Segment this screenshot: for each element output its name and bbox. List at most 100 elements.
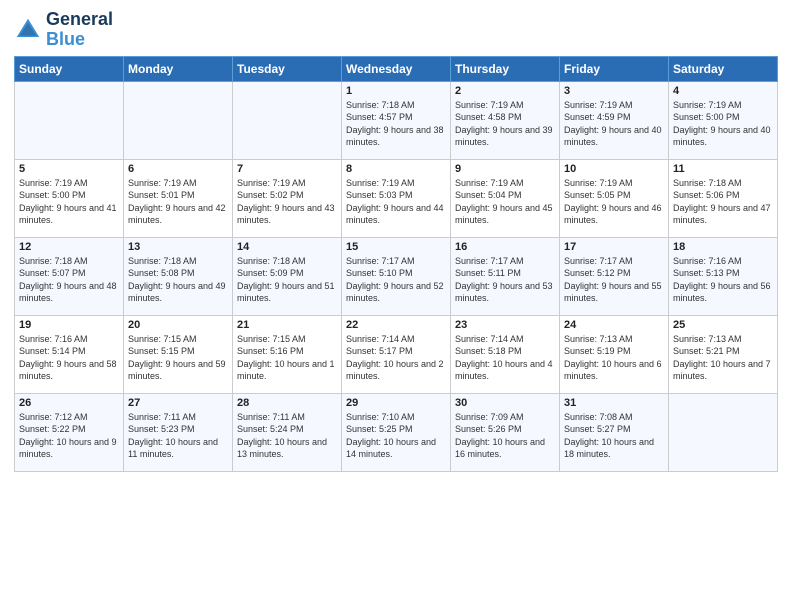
- header-cell-thursday: Thursday: [451, 56, 560, 81]
- day-content: Sunrise: 7:14 AM Sunset: 5:17 PM Dayligh…: [346, 333, 446, 383]
- day-cell: 24 Sunrise: 7:13 AM Sunset: 5:19 PM Dayli…: [560, 315, 669, 393]
- day-content: Sunrise: 7:14 AM Sunset: 5:18 PM Dayligh…: [455, 333, 555, 383]
- day-cell: [669, 393, 778, 471]
- day-cell: 3 Sunrise: 7:19 AM Sunset: 4:59 PM Daylig…: [560, 81, 669, 159]
- day-number: 16: [455, 241, 555, 253]
- day-content: Sunrise: 7:18 AM Sunset: 4:57 PM Dayligh…: [346, 99, 446, 149]
- header-row: SundayMondayTuesdayWednesdayThursdayFrid…: [15, 56, 778, 81]
- header-cell-friday: Friday: [560, 56, 669, 81]
- day-content: Sunrise: 7:19 AM Sunset: 5:00 PM Dayligh…: [19, 177, 119, 227]
- day-cell: [233, 81, 342, 159]
- day-content: Sunrise: 7:08 AM Sunset: 5:27 PM Dayligh…: [564, 411, 664, 461]
- day-cell: 31 Sunrise: 7:08 AM Sunset: 5:27 PM Dayli…: [560, 393, 669, 471]
- day-number: 10: [564, 163, 664, 175]
- day-number: 15: [346, 241, 446, 253]
- day-number: 4: [673, 85, 773, 97]
- day-number: 1: [346, 85, 446, 97]
- day-number: 22: [346, 319, 446, 331]
- day-number: 20: [128, 319, 228, 331]
- day-cell: 4 Sunrise: 7:19 AM Sunset: 5:00 PM Daylig…: [669, 81, 778, 159]
- day-number: 30: [455, 397, 555, 409]
- logo: General Blue: [14, 10, 113, 50]
- day-cell: 5 Sunrise: 7:19 AM Sunset: 5:00 PM Daylig…: [15, 159, 124, 237]
- day-number: 2: [455, 85, 555, 97]
- day-cell: 19Sunrise: 7:16 AM Sunset: 5:14 PM Dayli…: [15, 315, 124, 393]
- logo-icon: [14, 16, 42, 44]
- day-content: Sunrise: 7:18 AM Sunset: 5:09 PM Dayligh…: [237, 255, 337, 305]
- day-number: 12: [19, 241, 119, 253]
- day-number: 7: [237, 163, 337, 175]
- day-number: 26: [19, 397, 119, 409]
- day-content: Sunrise: 7:15 AM Sunset: 5:15 PM Dayligh…: [128, 333, 228, 383]
- day-content: Sunrise: 7:19 AM Sunset: 5:01 PM Dayligh…: [128, 177, 228, 227]
- day-number: 28: [237, 397, 337, 409]
- week-row-4: 19Sunrise: 7:16 AM Sunset: 5:14 PM Dayli…: [15, 315, 778, 393]
- day-cell: 22 Sunrise: 7:14 AM Sunset: 5:17 PM Dayli…: [342, 315, 451, 393]
- page-header: General Blue: [14, 10, 778, 50]
- day-cell: 21 Sunrise: 7:15 AM Sunset: 5:16 PM Dayli…: [233, 315, 342, 393]
- day-content: Sunrise: 7:18 AM Sunset: 5:08 PM Dayligh…: [128, 255, 228, 305]
- logo-text: General Blue: [46, 10, 113, 50]
- day-cell: 17 Sunrise: 7:17 AM Sunset: 5:12 PM Dayli…: [560, 237, 669, 315]
- day-content: Sunrise: 7:16 AM Sunset: 5:13 PM Dayligh…: [673, 255, 773, 305]
- day-content: Sunrise: 7:17 AM Sunset: 5:10 PM Dayligh…: [346, 255, 446, 305]
- day-number: 17: [564, 241, 664, 253]
- day-cell: [124, 81, 233, 159]
- day-number: 23: [455, 319, 555, 331]
- day-cell: 28 Sunrise: 7:11 AM Sunset: 5:24 PM Dayli…: [233, 393, 342, 471]
- day-content: Sunrise: 7:11 AM Sunset: 5:24 PM Dayligh…: [237, 411, 337, 461]
- day-cell: 13 Sunrise: 7:18 AM Sunset: 5:08 PM Dayli…: [124, 237, 233, 315]
- day-content: Sunrise: 7:19 AM Sunset: 4:58 PM Dayligh…: [455, 99, 555, 149]
- header-cell-saturday: Saturday: [669, 56, 778, 81]
- day-content: Sunrise: 7:13 AM Sunset: 5:21 PM Dayligh…: [673, 333, 773, 383]
- day-cell: 8Sunrise: 7:19 AM Sunset: 5:03 PM Daylig…: [342, 159, 451, 237]
- day-cell: 25 Sunrise: 7:13 AM Sunset: 5:21 PM Dayli…: [669, 315, 778, 393]
- day-cell: 7 Sunrise: 7:19 AM Sunset: 5:02 PM Daylig…: [233, 159, 342, 237]
- day-content: Sunrise: 7:19 AM Sunset: 5:04 PM Dayligh…: [455, 177, 555, 227]
- day-number: 31: [564, 397, 664, 409]
- day-cell: 20 Sunrise: 7:15 AM Sunset: 5:15 PM Dayli…: [124, 315, 233, 393]
- day-number: 11: [673, 163, 773, 175]
- day-number: 24: [564, 319, 664, 331]
- day-number: 27: [128, 397, 228, 409]
- day-cell: 23 Sunrise: 7:14 AM Sunset: 5:18 PM Dayli…: [451, 315, 560, 393]
- day-cell: 29 Sunrise: 7:10 AM Sunset: 5:25 PM Dayli…: [342, 393, 451, 471]
- header-cell-monday: Monday: [124, 56, 233, 81]
- day-content: Sunrise: 7:18 AM Sunset: 5:06 PM Dayligh…: [673, 177, 773, 227]
- day-cell: [15, 81, 124, 159]
- day-content: Sunrise: 7:19 AM Sunset: 5:05 PM Dayligh…: [564, 177, 664, 227]
- day-number: 3: [564, 85, 664, 97]
- day-number: 5: [19, 163, 119, 175]
- day-cell: 11 Sunrise: 7:18 AM Sunset: 5:06 PM Dayli…: [669, 159, 778, 237]
- day-content: Sunrise: 7:19 AM Sunset: 4:59 PM Dayligh…: [564, 99, 664, 149]
- week-row-5: 26Sunrise: 7:12 AM Sunset: 5:22 PM Dayli…: [15, 393, 778, 471]
- day-number: 9: [455, 163, 555, 175]
- day-cell: 30Sunrise: 7:09 AM Sunset: 5:26 PM Dayli…: [451, 393, 560, 471]
- day-cell: 2 Sunrise: 7:19 AM Sunset: 4:58 PM Daylig…: [451, 81, 560, 159]
- day-number: 21: [237, 319, 337, 331]
- day-content: Sunrise: 7:15 AM Sunset: 5:16 PM Dayligh…: [237, 333, 337, 383]
- day-content: Sunrise: 7:13 AM Sunset: 5:19 PM Dayligh…: [564, 333, 664, 383]
- day-cell: 14Sunrise: 7:18 AM Sunset: 5:09 PM Dayli…: [233, 237, 342, 315]
- day-content: Sunrise: 7:17 AM Sunset: 5:12 PM Dayligh…: [564, 255, 664, 305]
- day-cell: 6 Sunrise: 7:19 AM Sunset: 5:01 PM Daylig…: [124, 159, 233, 237]
- header-cell-tuesday: Tuesday: [233, 56, 342, 81]
- day-cell: 27 Sunrise: 7:11 AM Sunset: 5:23 PM Dayli…: [124, 393, 233, 471]
- day-number: 25: [673, 319, 773, 331]
- day-content: Sunrise: 7:11 AM Sunset: 5:23 PM Dayligh…: [128, 411, 228, 461]
- day-cell: 9 Sunrise: 7:19 AM Sunset: 5:04 PM Daylig…: [451, 159, 560, 237]
- day-number: 6: [128, 163, 228, 175]
- day-cell: 1 Sunrise: 7:18 AM Sunset: 4:57 PM Daylig…: [342, 81, 451, 159]
- day-content: Sunrise: 7:19 AM Sunset: 5:02 PM Dayligh…: [237, 177, 337, 227]
- day-content: Sunrise: 7:19 AM Sunset: 5:03 PM Dayligh…: [346, 177, 446, 227]
- day-cell: 26Sunrise: 7:12 AM Sunset: 5:22 PM Dayli…: [15, 393, 124, 471]
- day-cell: 10 Sunrise: 7:19 AM Sunset: 5:05 PM Dayli…: [560, 159, 669, 237]
- day-content: Sunrise: 7:18 AM Sunset: 5:07 PM Dayligh…: [19, 255, 119, 305]
- day-content: Sunrise: 7:10 AM Sunset: 5:25 PM Dayligh…: [346, 411, 446, 461]
- day-number: 29: [346, 397, 446, 409]
- day-content: Sunrise: 7:16 AM Sunset: 5:14 PM Dayligh…: [19, 333, 119, 383]
- day-number: 13: [128, 241, 228, 253]
- day-number: 18: [673, 241, 773, 253]
- day-content: Sunrise: 7:19 AM Sunset: 5:00 PM Dayligh…: [673, 99, 773, 149]
- day-cell: 12 Sunrise: 7:18 AM Sunset: 5:07 PM Dayli…: [15, 237, 124, 315]
